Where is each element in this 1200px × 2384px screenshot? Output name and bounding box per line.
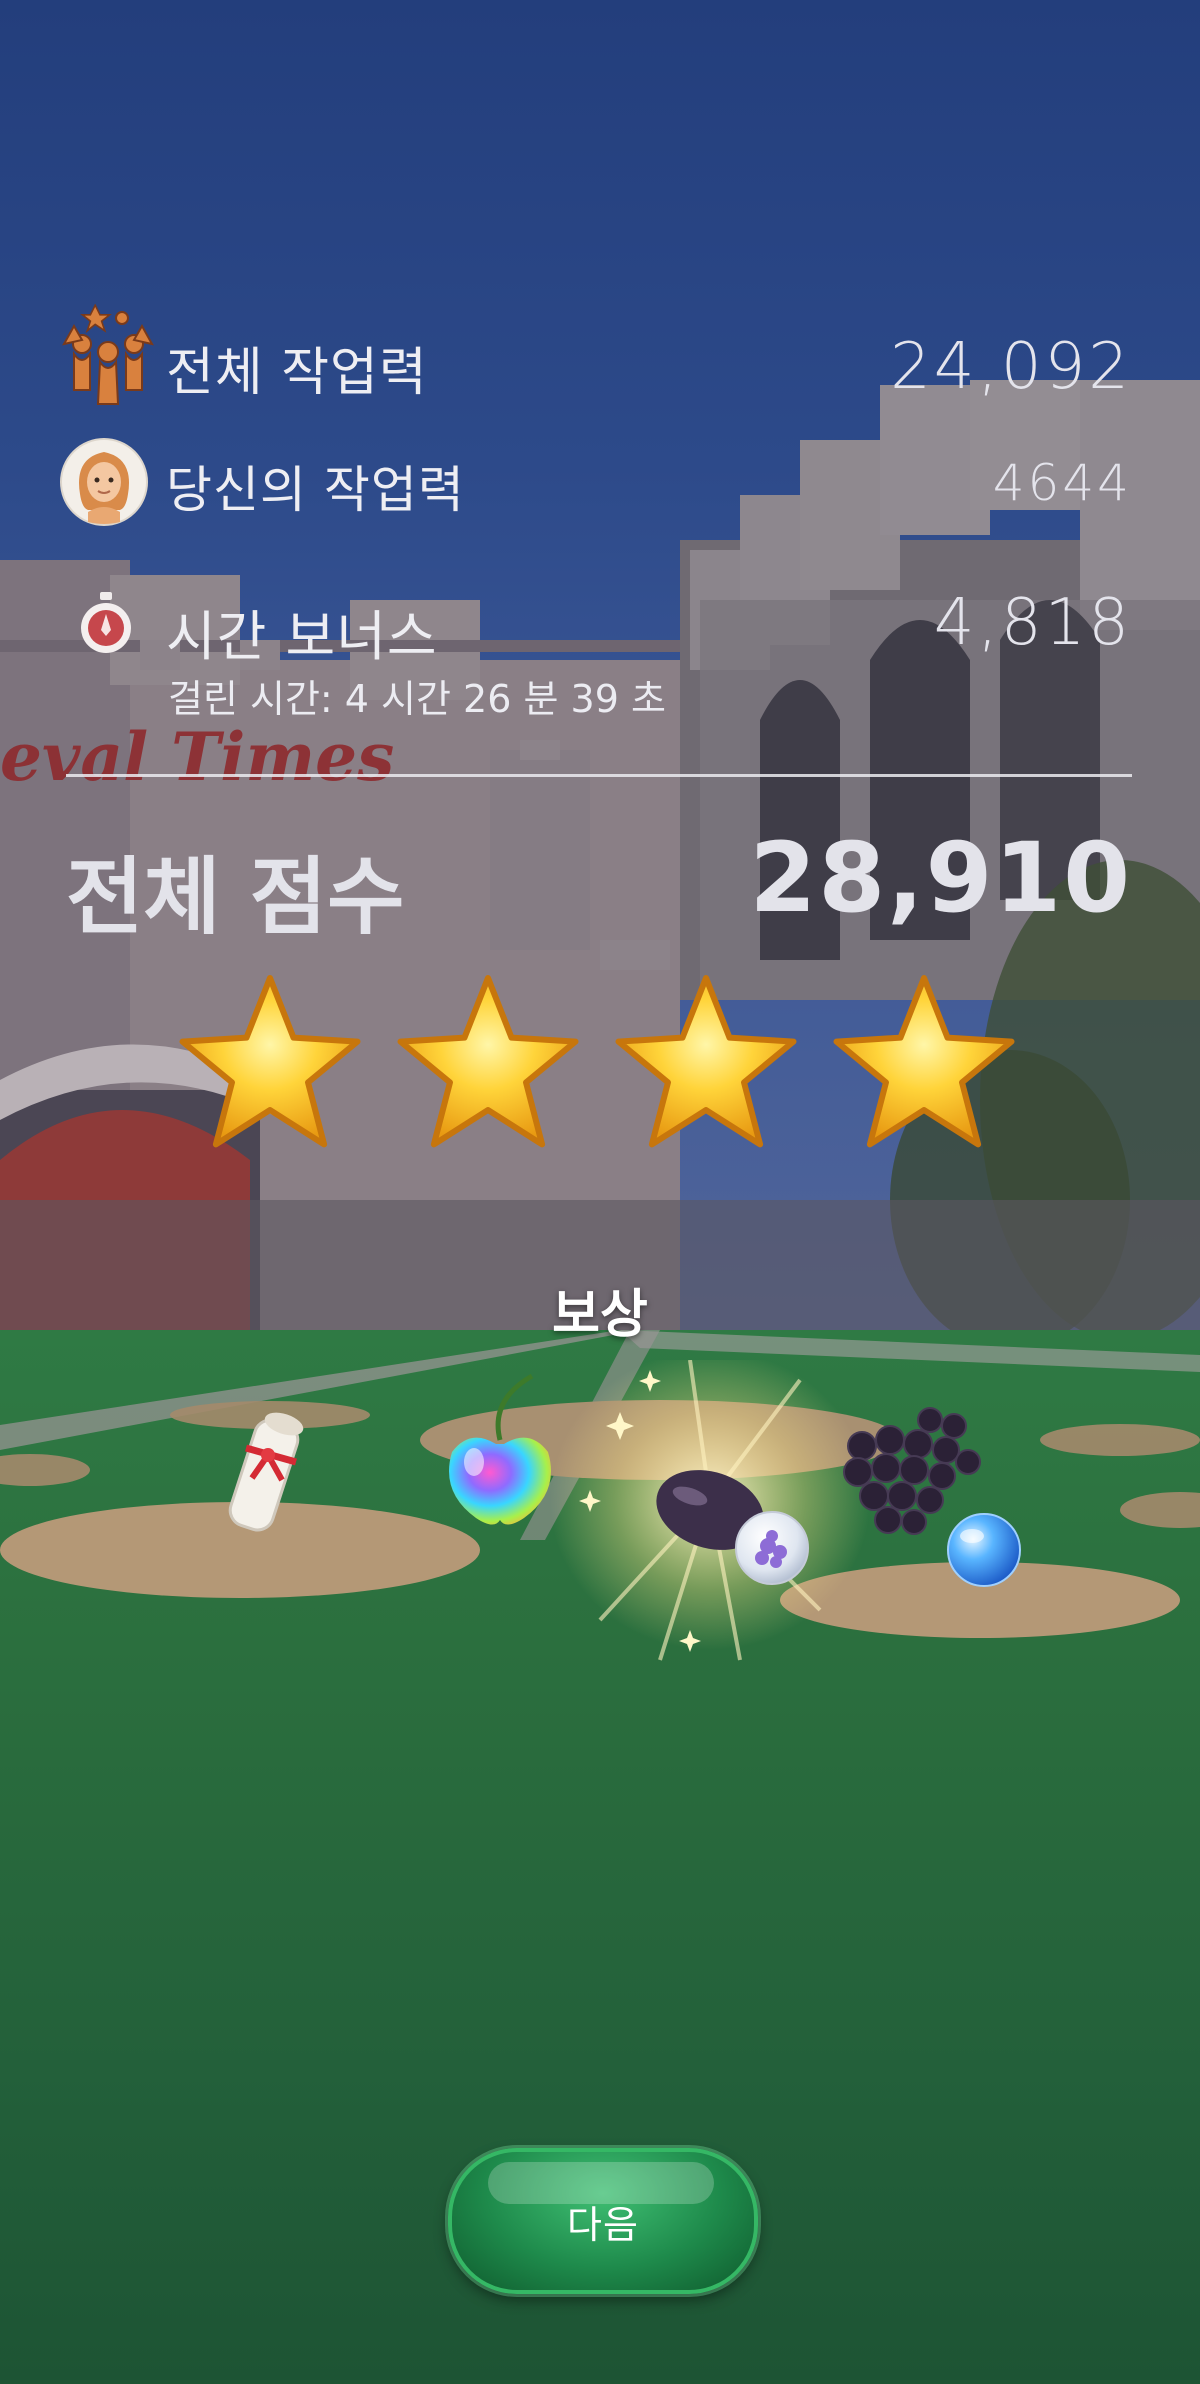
grapes-icon bbox=[843, 1407, 1021, 1587]
avatar bbox=[60, 438, 148, 526]
reward-items bbox=[228, 1360, 1021, 1661]
total-workforce-label: 전체 작업력 bbox=[166, 343, 428, 403]
total-score-value: 28,910 bbox=[749, 822, 1132, 934]
next-button[interactable]: 다음 bbox=[448, 2148, 758, 2294]
total-workforce-value: 24,092 bbox=[890, 330, 1132, 404]
next-button-label: 다음 bbox=[567, 2202, 639, 2247]
team-workers-icon bbox=[62, 304, 154, 405]
score-divider bbox=[66, 774, 1132, 777]
total-workforce-row: 전체 작업력 24,092 bbox=[60, 300, 1140, 410]
your-workforce-label: 당신의 작업력 bbox=[166, 461, 465, 519]
time-bonus-row: 시간 보너스 4,818 bbox=[60, 586, 1140, 676]
time-bonus-value: 4,818 bbox=[933, 586, 1132, 660]
your-workforce-value: 4644 bbox=[992, 454, 1132, 512]
time-bonus-label: 시간 보너스 bbox=[166, 605, 438, 668]
stopwatch-icon bbox=[81, 592, 131, 653]
rewards-title: 보상 bbox=[552, 1285, 648, 1345]
total-score-label: 전체 점수 bbox=[66, 848, 405, 946]
svg-text:eval Times: eval Times bbox=[0, 718, 394, 796]
game-results-screen: eval Times 전체 작업력 24,092 당신의 작업력 4644 시간… bbox=[0, 0, 1200, 2384]
scroll-icon bbox=[228, 1412, 304, 1532]
time-taken-label: 걸린 시간: 4 시간 26 분 39 초 bbox=[168, 677, 666, 721]
star-icon bbox=[397, 975, 579, 1148]
star-icon bbox=[615, 975, 797, 1148]
rainbow-cherry-icon bbox=[449, 1373, 551, 1525]
plum-icon bbox=[550, 1360, 870, 1661]
your-workforce-row: 당신의 작업력 4644 bbox=[60, 438, 1140, 528]
star-icon bbox=[179, 975, 361, 1148]
star-rating bbox=[179, 975, 1015, 1148]
star-icon bbox=[833, 975, 1015, 1148]
